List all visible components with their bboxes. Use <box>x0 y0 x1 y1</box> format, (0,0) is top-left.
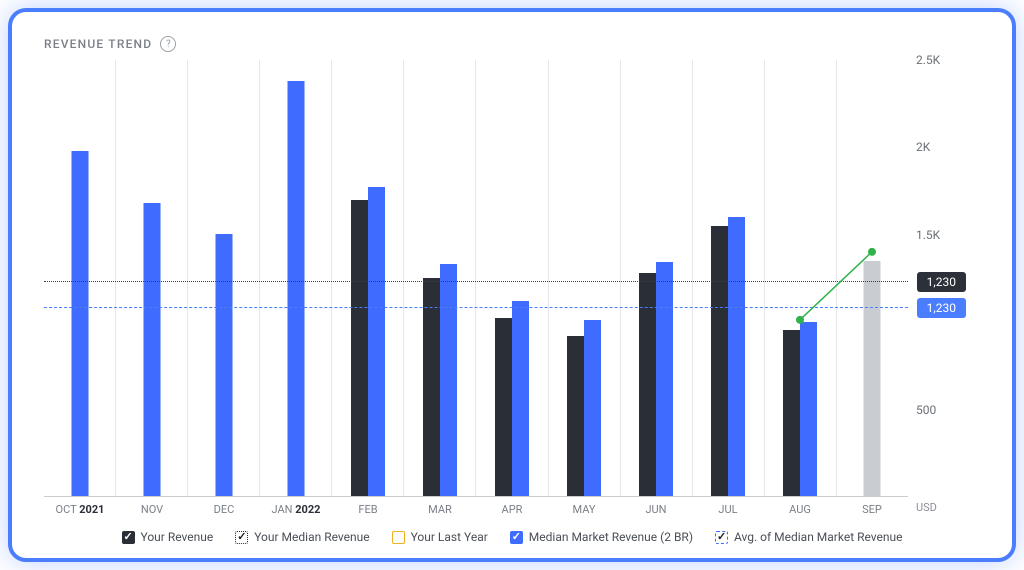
bar-median-market[interactable] <box>512 301 529 496</box>
legend-your-revenue[interactable]: Your Revenue <box>122 530 214 544</box>
avg-median-market-line <box>44 307 908 308</box>
y-tick-label: 1.5K <box>916 228 940 242</box>
bar-median-market[interactable] <box>656 262 673 496</box>
chart-title: REVENUE TREND <box>44 37 152 51</box>
month-column <box>115 60 187 496</box>
x-tick-label: JUN <box>620 503 692 516</box>
checkbox-icon <box>510 531 523 544</box>
x-tick-label: JAN 2022 <box>260 503 332 516</box>
month-column <box>764 60 836 496</box>
bar-your-revenue[interactable] <box>423 278 440 496</box>
x-tick-label: DEC <box>188 503 260 516</box>
avg-median-market-badge: 1,230 <box>917 298 966 318</box>
legend-your-last-year[interactable]: Your Last Year <box>392 530 488 544</box>
bar-median-market[interactable] <box>215 234 232 496</box>
checkbox-icon <box>715 531 728 544</box>
x-tick-label: OCT 2021 <box>44 503 116 516</box>
median-revenue-line <box>44 281 908 282</box>
y-tick-label: 2K <box>916 140 930 154</box>
bar-median-market[interactable] <box>368 187 385 496</box>
x-tick-label: NOV <box>116 503 188 516</box>
bar-median-market[interactable] <box>71 151 88 496</box>
checkbox-icon <box>235 531 248 544</box>
chart-plot: 1,2301,230 <box>44 60 908 497</box>
revenue-trend-panel: REVENUE TREND ? 1,2301,230 5001.5K2K2.5K… <box>8 8 1016 562</box>
legend-label: Your Revenue <box>141 530 214 544</box>
legend-median-market-revenue[interactable]: Median Market Revenue (2 BR) <box>510 530 693 544</box>
median-revenue-badge: 1,230 <box>917 272 966 292</box>
checkbox-icon <box>122 531 135 544</box>
bar-median-market[interactable] <box>143 203 160 496</box>
y-axis-unit: USD <box>908 497 980 516</box>
legend-label: Your Median Revenue <box>254 530 369 544</box>
help-icon[interactable]: ? <box>160 36 176 52</box>
x-tick-label: SEP <box>836 503 908 516</box>
x-tick-label: AUG <box>764 503 836 516</box>
x-labels-row: OCT 2021NOVDECJAN 2022FEBMARAPRMAYJUNJUL… <box>44 503 908 516</box>
x-tick-label: APR <box>476 503 548 516</box>
x-tick-label: FEB <box>332 503 404 516</box>
y-tick-label: 2.5K <box>916 53 940 67</box>
month-column <box>475 60 547 496</box>
bar-your-revenue[interactable] <box>783 330 800 496</box>
bar-forecast[interactable] <box>864 261 881 496</box>
month-column <box>403 60 475 496</box>
x-tick-label: JUL <box>692 503 764 516</box>
month-column <box>836 60 908 496</box>
bar-median-market[interactable] <box>728 217 745 496</box>
legend-label: Avg. of Median Market Revenue <box>734 530 903 544</box>
chart-legend: Your Revenue Your Median Revenue Your La… <box>44 530 980 544</box>
month-column <box>259 60 331 496</box>
chart-x-axis: OCT 2021NOVDECJAN 2022FEBMARAPRMAYJUNJUL… <box>44 497 980 516</box>
legend-label: Your Last Year <box>411 530 488 544</box>
legend-avg-median-market-revenue[interactable]: Avg. of Median Market Revenue <box>715 530 903 544</box>
bar-median-market[interactable] <box>287 81 304 496</box>
legend-your-median-revenue[interactable]: Your Median Revenue <box>235 530 369 544</box>
bar-your-revenue[interactable] <box>711 226 728 496</box>
checkbox-icon <box>392 531 405 544</box>
month-column <box>692 60 764 496</box>
x-tick-label: MAY <box>548 503 620 516</box>
bar-median-market[interactable] <box>800 322 817 496</box>
x-tick-label: MAR <box>404 503 476 516</box>
bar-median-market[interactable] <box>440 264 457 496</box>
legend-label: Median Market Revenue (2 BR) <box>529 530 693 544</box>
bar-median-market[interactable] <box>584 320 601 496</box>
chart-bars <box>44 60 908 496</box>
bar-your-revenue[interactable] <box>567 336 584 496</box>
bar-your-revenue[interactable] <box>351 200 368 496</box>
month-column <box>331 60 403 496</box>
month-column <box>620 60 692 496</box>
chart-area: 1,2301,230 5001.5K2K2.5K <box>44 60 980 497</box>
y-tick-label: 500 <box>916 403 936 417</box>
chart-header: REVENUE TREND ? <box>44 36 980 52</box>
month-column <box>548 60 620 496</box>
bar-your-revenue[interactable] <box>495 318 512 496</box>
month-column <box>187 60 259 496</box>
month-column <box>44 60 115 496</box>
